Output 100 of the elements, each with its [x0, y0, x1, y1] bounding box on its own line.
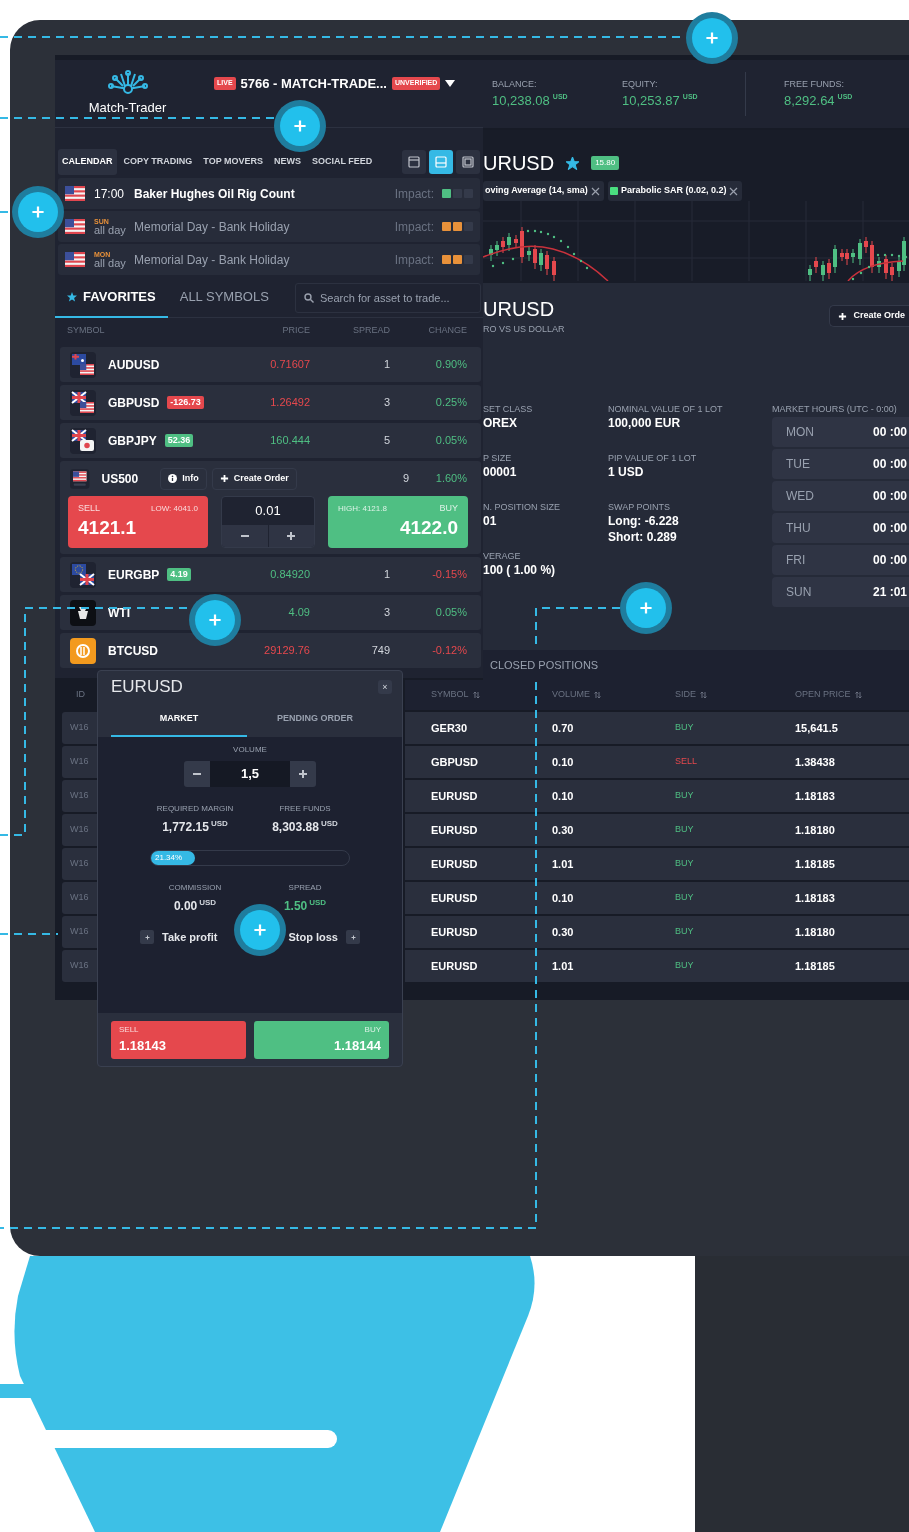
detail-value: Long: -6.228	[608, 513, 680, 529]
indicator-chip[interactable]: Parabolic SAR (0.02, 0.2)	[607, 181, 743, 201]
tool-tab[interactable]: CALENDAR	[58, 149, 117, 175]
symbol-row[interactable]: GBPJPY 52.36 160.444 5 0.05%	[60, 423, 481, 458]
create-order-button[interactable]: Create Order	[211, 467, 297, 490]
table-row[interactable]: EURUSD 0.10 BUY 1.18183	[405, 780, 909, 812]
table-row[interactable]: EURUSD 0.30 BUY 1.18180	[405, 814, 909, 846]
symbol-row[interactable]: AUDUSD 0.71607 1 0.90%	[60, 347, 481, 382]
symbol-name: GBPUSD	[108, 394, 160, 412]
account-name[interactable]: 5766 - MATCH-TRADE...	[240, 73, 387, 94]
sar-dot	[897, 254, 901, 258]
tool-tab[interactable]: SOCIAL FEED	[308, 149, 377, 175]
sell-label: SELL	[119, 1023, 139, 1036]
instrument-name: URUSD	[483, 297, 556, 321]
weekday: WED	[786, 488, 814, 505]
detail-label: SWAP POINTS	[608, 501, 671, 513]
plus-icon	[208, 613, 222, 627]
table-row[interactable]: GBPUSD 0.10 SELL 1.38438	[405, 746, 909, 778]
plus-icon	[705, 31, 719, 45]
metric-label: FREE FUNDS	[279, 803, 331, 815]
detail-label: PIP VALUE OF 1 LOT	[608, 452, 698, 464]
layout-button[interactable]	[456, 150, 480, 174]
opening-time: 00 :00	[872, 520, 907, 537]
create-order-button[interactable]: Create Orde	[829, 305, 909, 327]
tool-tab[interactable]: TOP MOVERS	[199, 149, 268, 175]
spread-value: 1	[382, 357, 390, 373]
symbol-row[interactable]: GBPUSD -126.73 1.26492 3 0.25%	[60, 385, 481, 420]
table-row[interactable]: EURUSD 0.30 BUY 1.18180	[405, 916, 909, 948]
stat-value: 8,292.64	[784, 92, 835, 110]
column-header: PRICE	[281, 324, 310, 338]
calendar-event-row[interactable]: 17:00 Baker Hughes Oil Rig Count Impact:	[58, 178, 480, 209]
metric-unit: USD	[309, 897, 327, 909]
metric-unit: USD	[210, 818, 228, 830]
volume-field[interactable]: 0.01	[222, 497, 314, 525]
flag-icon	[65, 219, 85, 234]
column-header: CHANGE	[427, 324, 467, 338]
sort-icon[interactable]	[472, 691, 480, 699]
star-icon[interactable]	[566, 156, 580, 170]
buy-label: BUY	[439, 502, 458, 515]
table-row[interactable]: EURUSD 0.10 BUY 1.18183	[405, 882, 909, 914]
metric-label: REQUIRED MARGIN	[156, 803, 234, 815]
sar-dot	[511, 257, 515, 261]
sell-button[interactable]: SELL 1.18143	[111, 1020, 246, 1059]
add-take-profit-button[interactable]	[140, 930, 154, 945]
table-row[interactable]: EURUSD 1.01 BUY 1.18185	[405, 950, 909, 982]
dropdown-caret-icon[interactable]	[445, 80, 456, 87]
tool-tab[interactable]: NEWS	[270, 149, 306, 175]
candle	[864, 236, 868, 254]
layout-button[interactable]	[402, 150, 426, 174]
sort-icon[interactable]	[594, 691, 601, 699]
detail-label: VERAGE	[483, 550, 522, 562]
symbol-row[interactable]: BTCUSD 29129.76 749 -0.12%	[60, 633, 481, 668]
order-type-tab[interactable]: PENDING ORDER	[247, 703, 383, 737]
sort-icon[interactable]	[854, 691, 862, 699]
close-button[interactable]: ×	[378, 680, 392, 694]
table-cell-text: 1.18183	[795, 788, 836, 804]
metric-label: SPREAD	[288, 882, 322, 894]
tool-tab[interactable]: COPY TRADING	[119, 149, 197, 175]
event-time: 17:00	[94, 187, 126, 200]
table-cell-text: 0.30	[552, 924, 575, 940]
metric-unit: USD	[199, 897, 217, 909]
close-icon[interactable]	[590, 186, 600, 196]
column-header[interactable]: ID	[76, 688, 85, 702]
id-cell: W16	[62, 712, 97, 744]
sar-dot	[552, 235, 556, 239]
sar-dot	[851, 277, 855, 281]
table-cell-text: BUY	[675, 891, 695, 905]
weekday: SUN	[786, 584, 812, 601]
impact-label: Impact:	[394, 218, 434, 236]
add-stop-loss-button[interactable]	[346, 930, 360, 945]
weekday: MON	[786, 424, 814, 441]
candle	[501, 236, 505, 254]
symbol-list-tab[interactable]: FAVORITES	[55, 277, 168, 318]
table-row[interactable]: EURUSD 1.01 BUY 1.18185	[405, 848, 909, 880]
symbol-row[interactable]: EURGBP 4.19 0.84920 1 -0.15%	[60, 557, 481, 592]
symbol-list-tab[interactable]: ALL SYMBOLS	[167, 277, 281, 318]
close-icon[interactable]	[729, 186, 739, 196]
sell-button[interactable]: SELL LOW: 4041.0 4121.1	[68, 496, 208, 548]
table-row[interactable]: GER30 0.70 BUY 15,641.5	[405, 712, 909, 744]
metric-value: 8,303.88	[272, 819, 319, 836]
positions-tab[interactable]: CLOSED POSITIONS	[490, 656, 599, 674]
detail-label: P SIZE	[483, 452, 513, 464]
decrement-button[interactable]	[184, 761, 210, 787]
info-button[interactable]: Info	[160, 467, 207, 490]
buy-price: 4122.0	[399, 515, 458, 540]
candle	[884, 254, 888, 280]
increment-button[interactable]	[290, 761, 316, 787]
symbol-row[interactable]: US500 Info Create Order 9 1.60% SELL LOW: 4041.0 4121.1 0.01 HIGH: 4121.8 BUY 4122.0	[60, 461, 481, 554]
price-value: 29129.76	[263, 643, 310, 659]
stop-loss-label: Stop loss	[288, 930, 338, 945]
detail-value: Short: 0.289	[608, 529, 678, 545]
volume-stepper[interactable]: 0.01	[221, 496, 315, 548]
detail-label: N. POSITION SIZE	[483, 501, 561, 513]
indicator-chip[interactable]: oving Average (14, sma)	[483, 181, 604, 201]
search-field[interactable]: Search for asset to trade...	[295, 282, 481, 313]
sort-icon[interactable]	[700, 691, 707, 699]
detail-value: 00001	[483, 464, 518, 480]
sar-dot	[904, 255, 908, 259]
weekday: FRI	[786, 552, 806, 569]
volume-field[interactable]: 1,5	[210, 761, 290, 787]
